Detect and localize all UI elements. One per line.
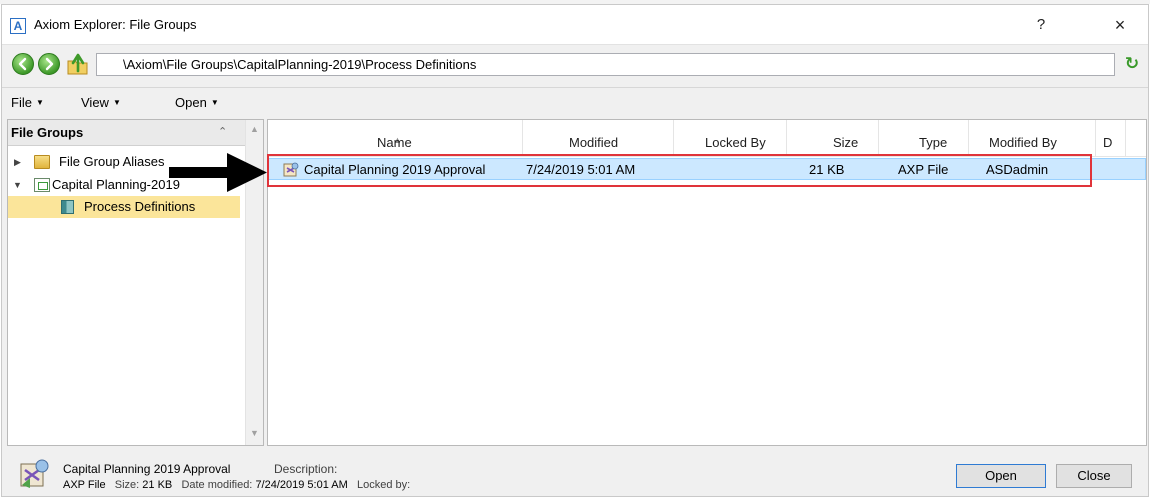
cell-name: Capital Planning 2019 Approval [304, 162, 486, 177]
collapse-chevron-icon[interactable]: ⌃ [218, 125, 227, 138]
cell-type: AXP File [898, 162, 949, 177]
process-definition-large-icon [20, 459, 49, 488]
status-date-value: 7/24/2019 5:01 AM [255, 479, 348, 491]
status-date-label: Date modified: [181, 479, 253, 491]
status-bar: Capital Planning 2019 Approval Descripti… [2, 451, 1148, 496]
address-bar: \Axiom\File Groups\CapitalPlanning-2019\… [2, 45, 1148, 88]
tree-item-label: File Group Aliases [59, 154, 165, 169]
column-header-locked-by[interactable]: Locked By [674, 120, 787, 156]
tree-header-label: File Groups [11, 125, 84, 140]
forward-arrow-icon [45, 57, 54, 71]
up-folder-button[interactable] [65, 51, 91, 77]
header-divider [268, 156, 1146, 157]
file-groups-dialog: A Axiom Explorer: File Groups ? × \Axiom… [1, 4, 1149, 497]
menu-bar: File ▼ View ▼ Open ▼ [2, 89, 1148, 117]
scroll-up-icon[interactable]: ▲ [250, 124, 259, 134]
back-button[interactable] [12, 53, 34, 75]
status-file-name: Capital Planning 2019 Approval [63, 462, 231, 476]
cell-modified: 7/24/2019 5:01 AM [526, 162, 636, 177]
column-header-name[interactable]: ▲ Name [268, 120, 523, 156]
column-header-size[interactable]: Size [787, 120, 879, 156]
help-button[interactable]: ? [1027, 13, 1055, 37]
window-title: Axiom Explorer: File Groups [34, 17, 197, 32]
menu-file[interactable]: File ▼ [11, 95, 44, 110]
refresh-icon[interactable]: ↻ [1122, 54, 1142, 74]
book-icon [61, 200, 74, 214]
back-arrow-icon [18, 57, 27, 71]
tree-item-label: Process Definitions [84, 199, 196, 214]
path-input[interactable]: \Axiom\File Groups\CapitalPlanning-2019\… [96, 53, 1115, 76]
status-locked-label: Locked by: [356, 479, 411, 491]
cell-size: 21 KB [809, 162, 845, 177]
scroll-down-icon[interactable]: ▼ [250, 428, 259, 438]
status-file-type: AXP File [63, 479, 106, 491]
chevron-down-icon: ▼ [210, 98, 219, 107]
tree-item-label: Capital Planning-2019 [52, 177, 180, 192]
collapse-arrow-icon[interactable]: ▼ [13, 174, 22, 196]
file-group-icon [34, 178, 50, 192]
annotation-arrow-icon [169, 153, 267, 192]
column-header-type[interactable]: Type [879, 120, 969, 156]
up-folder-icon [67, 53, 88, 75]
chevron-down-icon: ▼ [112, 98, 121, 107]
menu-view[interactable]: View ▼ [81, 95, 121, 110]
table-row[interactable]: Capital Planning 2019 Approval 7/24/2019… [268, 158, 1146, 180]
column-header-modified-by[interactable]: Modified By [969, 120, 1096, 156]
close-button[interactable]: Close [1056, 464, 1132, 488]
file-list: ▲ Name Modified Locked By Size Type Modi… [267, 119, 1147, 446]
forward-button[interactable] [38, 53, 60, 75]
cell-modified-by: ASDadmin [986, 162, 1049, 177]
status-size-value: 21 KB [142, 479, 173, 491]
expand-arrow-icon[interactable]: ▶ [14, 151, 21, 173]
menu-open[interactable]: Open ▼ [175, 95, 219, 110]
status-description-label: Description: [274, 462, 338, 476]
folder-icon [34, 155, 50, 169]
status-details: AXP File Size: 21 KB Date modified: 7/24… [63, 479, 410, 491]
title-bar: A Axiom Explorer: File Groups ? × [2, 5, 1148, 45]
column-header-description[interactable]: D [1096, 120, 1126, 156]
axiom-app-icon: A [10, 18, 26, 34]
open-button[interactable]: Open [956, 464, 1046, 488]
close-window-button[interactable]: × [1102, 13, 1138, 37]
tree-item-process-definitions[interactable]: Process Definitions [8, 196, 240, 218]
tree-header: File Groups ⌃ [8, 120, 245, 146]
status-size-label: Size: [114, 479, 140, 491]
column-header-modified[interactable]: Modified [523, 120, 674, 156]
chevron-down-icon: ▼ [35, 98, 44, 107]
process-definition-icon [283, 162, 299, 177]
